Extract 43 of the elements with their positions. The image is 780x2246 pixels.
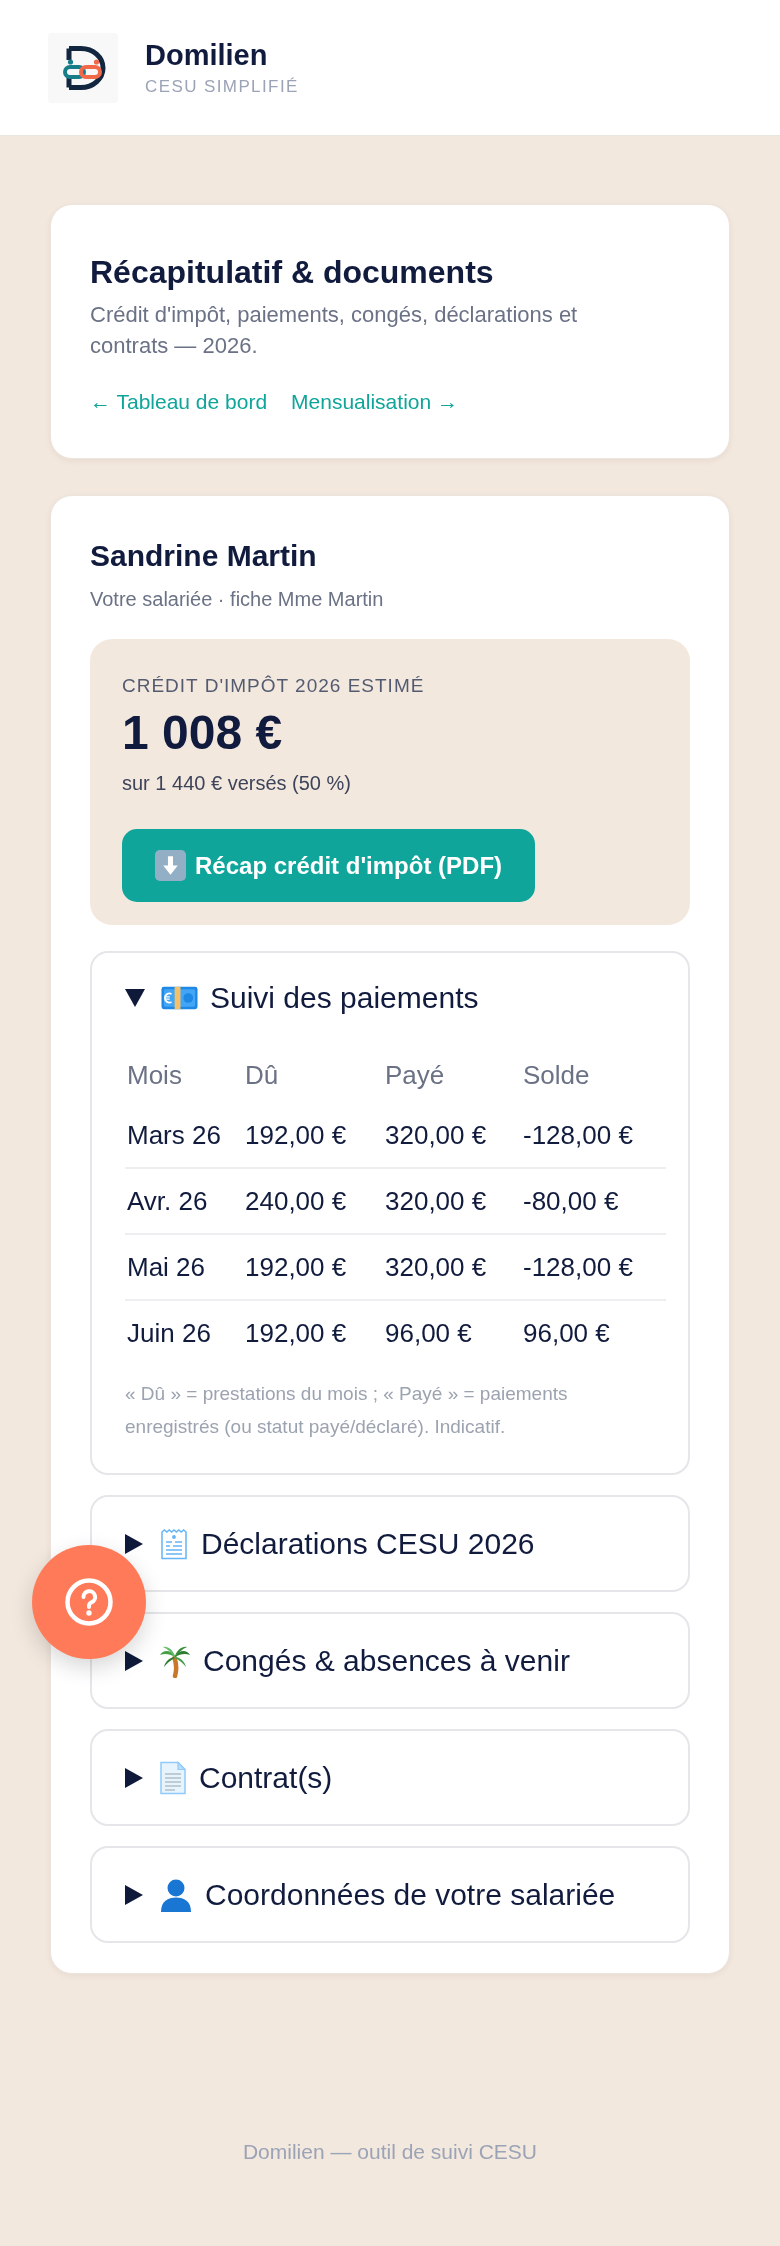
table-cell: 96,00 € (383, 1300, 521, 1365)
banknote-icon (161, 986, 198, 1010)
employee-name: Sandrine Martin (90, 538, 318, 574)
brand-name: Domilien (145, 37, 269, 73)
accordion-header[interactable]: Suivi des paiements (125, 981, 479, 1015)
table-cell: -128,00 € (521, 1103, 666, 1168)
tax-credit-amount: 1 008 € (122, 707, 284, 759)
table-cell: 320,00 € (383, 1234, 521, 1300)
accordion-header[interactable]: Contrat(s) (125, 1761, 333, 1795)
table-cell: -128,00 € (521, 1234, 666, 1300)
column-header: Mois (126, 1058, 183, 1092)
person-icon (159, 1878, 193, 1912)
table-cell: 192,00 € (243, 1234, 383, 1300)
column-header: Solde (522, 1058, 591, 1092)
accordion-header[interactable]: Déclarations CESU 2026 (125, 1527, 535, 1561)
help-icon (65, 1578, 113, 1626)
palm-tree-icon (159, 1644, 191, 1678)
receipt-icon (159, 1528, 189, 1560)
accordion-header[interactable]: Coordonnées de votre salariée (125, 1878, 616, 1912)
footer-text: Domilien — outil de suivi CESU (241, 2139, 539, 2165)
tax-credit-detail: sur 1 440 € versés (50 %) (122, 771, 352, 796)
column-header: Dû (244, 1058, 280, 1092)
table-note: « Dû » = prestations du mois ; « Payé » = paiements enregistrés (ou statut payé/déclaré). Indicatif. (125, 1382, 569, 1439)
table-cell: 192,00 € (243, 1300, 383, 1365)
document-icon (159, 1761, 187, 1795)
table-cell: 96,00 € (521, 1300, 666, 1365)
page-title: Récapitulatif & documents (90, 253, 495, 292)
table-cell: 192,00 € (243, 1103, 383, 1168)
table-cell: -80,00 € (521, 1168, 666, 1234)
table-cell: Juin 26 (125, 1300, 243, 1365)
table-cell: Avr. 26 (125, 1168, 243, 1234)
tax-credit-label: CRÉDIT D'IMPÔT 2026 ESTIMÉ (122, 674, 426, 698)
employee-subtitle: Votre salariée · fiche Mme Martin (90, 587, 385, 612)
table-cell: 320,00 € (383, 1168, 521, 1234)
page-description: Crédit d'impôt, paiements, congés, déclarations et contrats — 2026. (90, 301, 579, 360)
brand-tagline: CESU SIMPLIFIÉ (145, 75, 299, 98)
column-header: Payé (384, 1058, 446, 1092)
logo-icon (48, 32, 118, 103)
table-cell: 240,00 € (243, 1168, 383, 1234)
accordion-header[interactable]: Congés & absences à venir (125, 1644, 570, 1678)
table-cell: Mai 26 (125, 1234, 243, 1300)
table-cell: Mars 26 (125, 1103, 243, 1168)
table-cell: 320,00 € (383, 1103, 521, 1168)
